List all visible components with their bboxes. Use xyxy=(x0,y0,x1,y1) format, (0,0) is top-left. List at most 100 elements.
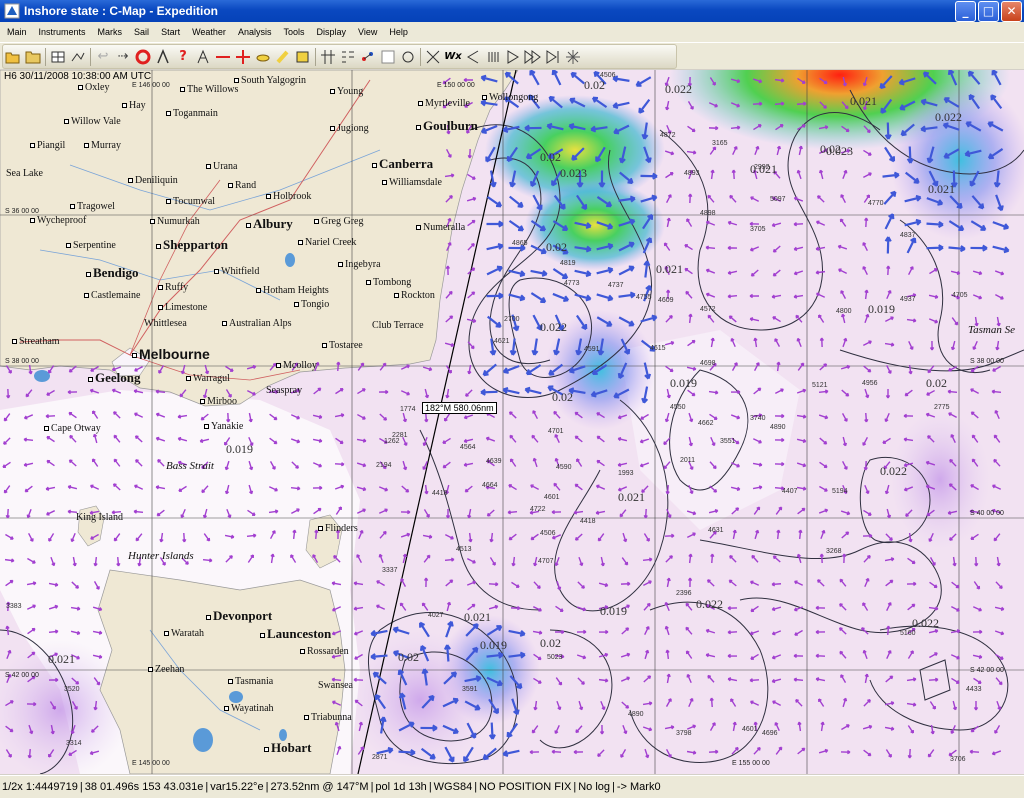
town-marker-icon xyxy=(416,124,421,130)
depth-sounding-label: 3705 xyxy=(750,226,766,233)
contour-value-label: 0.022 xyxy=(696,597,723,611)
place-name: Hotham Heights xyxy=(263,285,329,296)
circle-icon[interactable] xyxy=(398,47,418,67)
place-yanakie: Yanakie xyxy=(204,421,243,432)
place-name: Murray xyxy=(91,140,121,151)
place-mcolloy: Mcolloy xyxy=(276,360,317,371)
contour-value-label: 0.02 xyxy=(584,78,605,92)
place-zeehan: Zeehan xyxy=(148,664,184,675)
place-piangil: Piangil xyxy=(30,140,65,151)
place-hobart: Hobart xyxy=(264,740,311,756)
depth-sounding-label: 4639 xyxy=(486,458,502,465)
pencil-icon[interactable] xyxy=(253,47,273,67)
minimize-button[interactable]: _ xyxy=(955,1,976,22)
place-jugiong: Jugiong xyxy=(330,123,369,134)
open-folder-icon[interactable] xyxy=(3,47,23,67)
place-tombong: Tombong xyxy=(366,277,411,288)
depth-sounding-label: 4609 xyxy=(658,297,674,304)
place-streatham: Streatham xyxy=(12,336,60,347)
place-young: Young xyxy=(330,86,363,97)
place-name: Tragowel xyxy=(77,201,115,212)
place-wollongong: Wollongong xyxy=(482,92,538,103)
place-name: Zeehan xyxy=(155,664,185,675)
close-button[interactable]: ✕ xyxy=(1001,1,1022,22)
town-marker-icon xyxy=(222,321,227,327)
town-marker-icon xyxy=(330,126,335,132)
place-albury: Albury xyxy=(246,216,293,232)
town-marker-icon xyxy=(304,715,309,721)
menu-main[interactable]: Main xyxy=(0,27,32,37)
play-icon[interactable] xyxy=(503,47,523,67)
place-name: Yanakie xyxy=(211,421,244,432)
depth-sounding-label: 4572 xyxy=(700,306,716,313)
place-tocumwal: Tocumwal xyxy=(166,196,215,207)
status-variation: var15.22°e xyxy=(210,781,264,793)
fast-forward-icon[interactable] xyxy=(523,47,543,67)
cross-icon[interactable] xyxy=(423,47,443,67)
contour-value-label: 0.02 xyxy=(540,150,561,164)
town-marker-icon xyxy=(44,426,49,432)
menu-tools[interactable]: Tools xyxy=(276,27,309,37)
menu-instruments[interactable]: Instruments xyxy=(32,27,91,37)
town-marker-icon xyxy=(204,424,209,430)
depth-sounding-label: 5121 xyxy=(812,382,828,389)
mark-icon[interactable] xyxy=(293,47,313,67)
checklist-icon[interactable] xyxy=(338,47,358,67)
town-marker-icon xyxy=(186,376,191,382)
town-marker-icon xyxy=(158,305,163,311)
menu-display[interactable]: Display xyxy=(309,27,351,37)
back-icon[interactable] xyxy=(463,47,483,67)
square-icon[interactable] xyxy=(378,47,398,67)
highlighter-icon[interactable] xyxy=(273,47,293,67)
menu-analysis[interactable]: Analysis xyxy=(231,27,277,37)
place-name: Goulburn xyxy=(423,118,478,133)
place-oxley: Oxley xyxy=(78,82,109,93)
undo-icon[interactable]: ↩ xyxy=(93,47,113,67)
place-toganmain: Toganmain xyxy=(166,108,218,119)
menu-weather[interactable]: Weather xyxy=(185,27,231,37)
plus-icon[interactable] xyxy=(233,47,253,67)
skip-icon[interactable] xyxy=(543,47,563,67)
town-marker-icon xyxy=(88,376,93,382)
depth-sounding-label: 2011 xyxy=(680,457,696,464)
waypoint-icon[interactable] xyxy=(153,47,173,67)
place-melbourne: Melbourne xyxy=(132,346,210,362)
folder-icon[interactable] xyxy=(23,47,43,67)
scatter-icon[interactable] xyxy=(358,47,378,67)
place-club-terrace: Club Terrace xyxy=(372,320,424,331)
town-marker-icon xyxy=(482,95,487,101)
place-name: Tongio xyxy=(301,299,330,310)
current-blob xyxy=(350,630,490,770)
depth-sounding-label: 3740 xyxy=(750,415,766,422)
menu-sail[interactable]: Sail xyxy=(127,27,154,37)
compass-icon[interactable] xyxy=(193,47,213,67)
wx-icon[interactable]: Wx xyxy=(443,47,463,67)
place-canberra: Canberra xyxy=(372,156,433,172)
menu-marks[interactable]: Marks xyxy=(91,27,128,37)
minus-line-icon[interactable] xyxy=(213,47,233,67)
menu-start[interactable]: Start xyxy=(154,27,185,37)
contour-value-label: 0.02 xyxy=(546,240,567,254)
contour-value-label: 0.02 xyxy=(552,390,573,404)
menu-view[interactable]: View xyxy=(351,27,382,37)
maximize-button[interactable]: □ xyxy=(978,1,999,22)
arrow-icon[interactable]: ⇢ xyxy=(113,47,133,67)
depth-sounding-label: 4564 xyxy=(460,444,476,451)
depth-sounding-label: 4506 xyxy=(540,530,556,537)
depth-sounding-label: 3706 xyxy=(950,756,966,763)
route-icon[interactable] xyxy=(68,47,88,67)
grid-label-lon-145-bottom: E 145 00 00 xyxy=(132,760,170,767)
grid-lines-icon[interactable] xyxy=(318,47,338,67)
grid-icon[interactable] xyxy=(48,47,68,67)
pause-icon[interactable] xyxy=(483,47,503,67)
chart-map[interactable]: H6 30/11/2008 10:38:00 AM UTC E 146 00 0… xyxy=(0,70,1024,774)
depth-sounding-label: 4433 xyxy=(966,686,982,693)
place-waratah: Waratah xyxy=(164,628,204,639)
sparkle-icon[interactable] xyxy=(563,47,583,67)
lifebuoy-icon[interactable] xyxy=(133,47,153,67)
place-ingebyra: Ingebyra xyxy=(338,259,381,270)
town-marker-icon xyxy=(294,302,299,308)
place-name: Wollongong xyxy=(489,92,539,103)
menu-help[interactable]: Help xyxy=(382,27,413,37)
help-icon[interactable]: ? xyxy=(173,47,193,67)
